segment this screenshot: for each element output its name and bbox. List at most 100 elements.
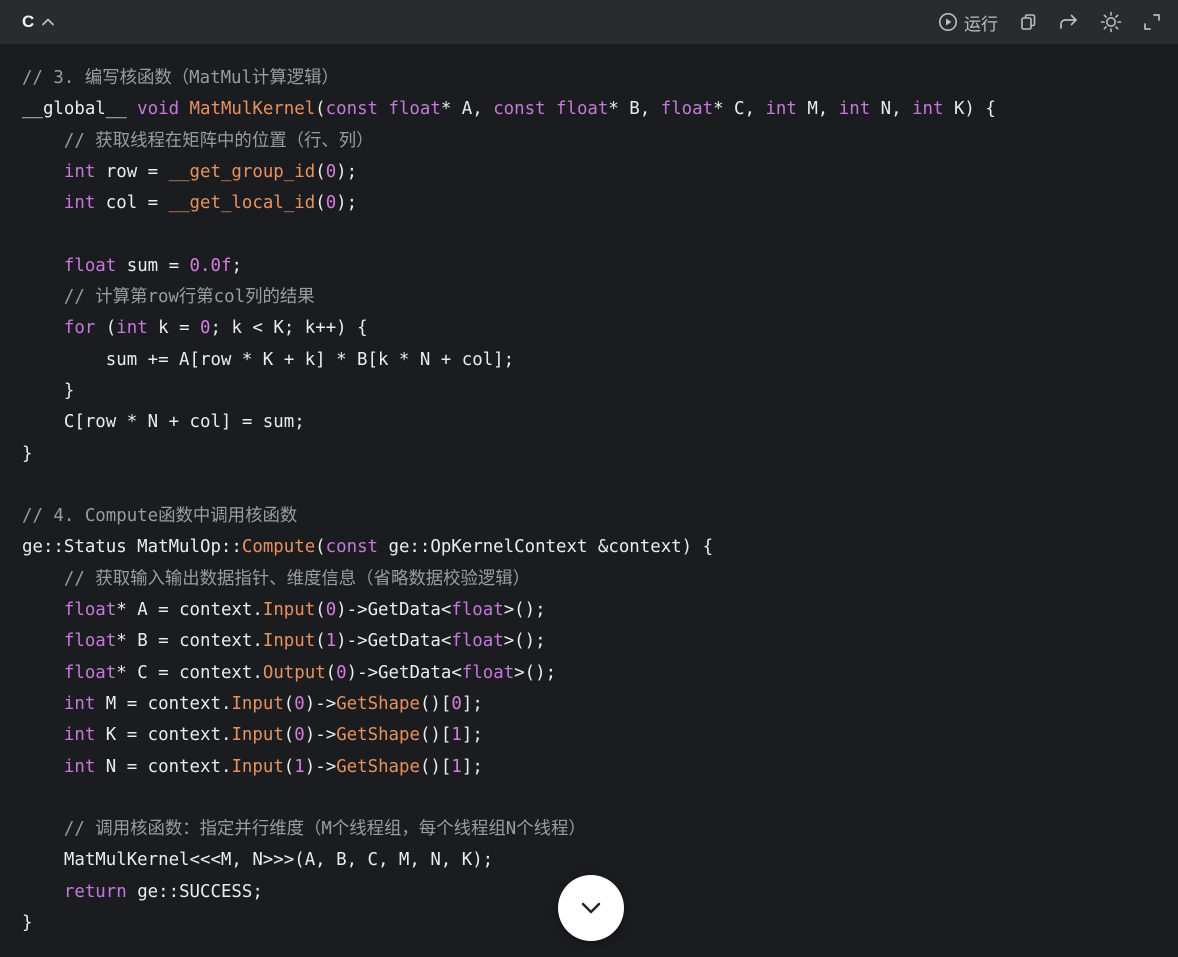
code-token: Output	[262, 662, 326, 683]
code-token: }	[22, 443, 33, 464]
code-token: row =	[95, 161, 169, 182]
code-token: 0	[325, 600, 337, 621]
code-line: // 3. 编写核函数（MatMul计算逻辑）	[22, 63, 996, 94]
code-token: const float	[493, 99, 609, 120]
code-token: // 获取线程在矩阵中的位置（行、列）	[63, 130, 374, 151]
code-line: // 获取输入输出数据指针、维度信息（省略数据校验逻辑）	[22, 564, 996, 595]
code-line: for (int k = 0; k < K; k++) {	[22, 313, 996, 344]
code-token: int	[63, 756, 96, 777]
code-line: sum += A[row * K + k] * B[k * N + col];	[22, 345, 996, 376]
code-token: (	[315, 600, 326, 621]
code-line: ​	[22, 219, 996, 250]
code-token: float	[63, 600, 117, 621]
code-token: ge::SUCCESS;	[126, 881, 263, 902]
code-token: // 调用核函数：指定并行维度（M个线程组，每个线程组N个线程）	[63, 819, 586, 840]
code-token: * A,	[440, 99, 494, 120]
code-token: int	[63, 161, 96, 182]
code-token: * A = context.	[116, 600, 263, 621]
code-line: // 计算第row行第col列的结果	[22, 282, 996, 313]
code-token: 1	[451, 756, 462, 777]
code-token: 0	[451, 693, 462, 714]
code-line: float* C = context.Output(0)->GetData<fl…	[22, 658, 996, 689]
code-token: sum =	[116, 255, 190, 276]
code-token: Input	[231, 725, 284, 746]
code-line: return ge::SUCCESS;	[22, 877, 996, 908]
code-token: N,	[870, 99, 913, 120]
code-token: ()[	[419, 725, 452, 746]
code-token: (	[315, 537, 326, 558]
code-token: int	[912, 99, 944, 120]
code-token: (	[283, 693, 295, 714]
scroll-to-bottom-button[interactable]	[558, 875, 624, 941]
code-token: k =	[147, 318, 201, 339]
code-token: const	[325, 537, 379, 558]
code-line: int M = context.Input(0)->GetShape()[0];	[22, 689, 996, 720]
code-token: * C = context.	[116, 662, 263, 683]
code-token: int	[63, 693, 96, 714]
code-token: ];	[461, 725, 483, 746]
code-token: __get_group_id	[168, 161, 316, 182]
code-token: float	[461, 662, 515, 683]
code-token: * B,	[608, 99, 661, 120]
code-token: 0	[325, 193, 337, 214]
sun-icon	[1100, 11, 1122, 33]
share-button[interactable]	[1058, 12, 1080, 32]
code-line: float* B = context.Input(1)->GetData<flo…	[22, 626, 996, 657]
code-token: sum += A[row * K + k] * B[k * N + col];	[22, 349, 515, 370]
code-token: int	[116, 318, 148, 339]
code-token: (	[283, 725, 295, 746]
code-token: MatMulKernel	[189, 99, 316, 120]
code-line: ​	[22, 470, 996, 501]
code-token: K) {	[943, 99, 996, 120]
code-token: ];	[461, 693, 483, 714]
code-token: (	[325, 662, 337, 683]
theme-toggle-button[interactable]	[1100, 11, 1122, 33]
code-token: Input	[231, 756, 284, 777]
code-token: (	[315, 193, 326, 214]
code-token: (	[315, 161, 326, 182]
code-token: )->GetData<	[336, 631, 452, 652]
code-line: // 获取线程在矩阵中的位置（行、列）	[22, 126, 996, 157]
code-token: * C,	[713, 99, 766, 120]
code-token: K = context.	[95, 725, 232, 746]
code-token: float	[660, 99, 714, 120]
run-button[interactable]: 运行	[938, 10, 998, 35]
code-token: GetShape	[336, 693, 420, 714]
code-line: // 4. Compute函数中调用核函数	[22, 501, 996, 532]
code-line: int row = __get_group_id(0);	[22, 157, 996, 188]
code-token: (	[315, 99, 326, 120]
code-token: int	[63, 725, 96, 746]
code-token: 0	[325, 161, 337, 182]
copy-button[interactable]	[1018, 12, 1038, 32]
code-token: ; k < K; k++) {	[210, 318, 368, 339]
code-token: 1	[294, 756, 305, 777]
code-line: float* A = context.Input(0)->GetData<flo…	[22, 595, 996, 626]
code-token: M,	[796, 99, 839, 120]
code-token: // 计算第row行第col列的结果	[63, 287, 315, 308]
code-token: )->GetData<	[346, 662, 462, 683]
code-token: Input	[262, 631, 316, 652]
fullscreen-button[interactable]	[1142, 12, 1162, 32]
code-token: int	[765, 99, 797, 120]
code-block-header: C 运行	[0, 0, 1178, 44]
code-token: MatMulKernel<<<M, N>>>(A, B, C, M, N, K)…	[22, 850, 494, 871]
code-token: col =	[95, 193, 169, 214]
code-line: ge::Status MatMulOp::Compute(const ge::O…	[22, 532, 996, 563]
code-token: * B = context.	[116, 631, 263, 652]
code-token: );	[336, 193, 358, 214]
chevron-up-icon	[42, 18, 55, 26]
code-token: const float	[325, 99, 441, 120]
language-toggle[interactable]: C	[22, 12, 56, 32]
code-token: ()[	[419, 693, 452, 714]
code-token: )->GetData<	[336, 600, 452, 621]
code-line: }	[22, 376, 996, 407]
code-token: float	[451, 600, 504, 621]
language-label: C	[22, 12, 35, 31]
